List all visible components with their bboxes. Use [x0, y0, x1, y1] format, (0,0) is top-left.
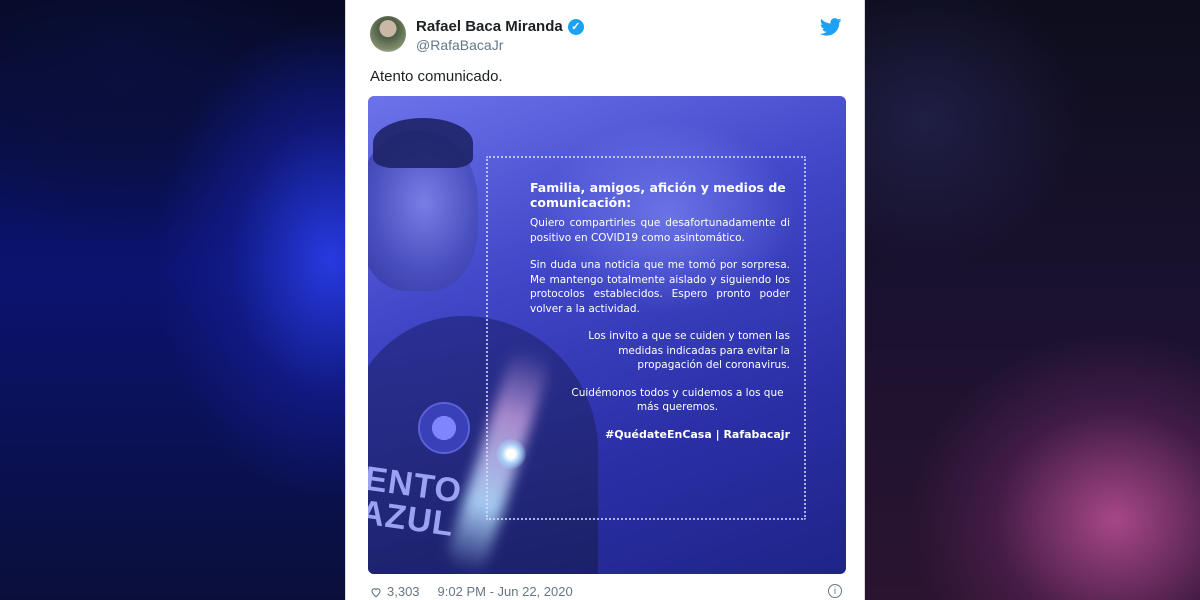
statement-paragraph-1: Quiero compartirles que desafortunadamen…	[530, 217, 790, 244]
player-hair	[373, 118, 473, 168]
verified-badge-icon: ✓	[567, 18, 584, 35]
statement-text: Familia, amigos, afición y medios de com…	[530, 180, 790, 441]
twitter-bird-icon[interactable]	[820, 18, 842, 36]
tweet-text: Atento comunicado.	[370, 68, 503, 85]
club-crest	[418, 402, 470, 454]
jersey-text: ENTO AZUL	[368, 459, 465, 545]
statement-title: Familia, amigos, afición y medios de com…	[530, 180, 786, 210]
author-row: Rafael Baca Miranda ✓	[416, 18, 584, 35]
info-icon[interactable]: i	[828, 584, 842, 598]
statement-paragraph-4: Cuidémonos todos y cuidemos a los que má…	[571, 386, 784, 414]
author-handle[interactable]: @RafaBacaJr	[416, 37, 503, 53]
tweet-timestamp[interactable]: 9:02 PM - Jun 22, 2020	[438, 584, 573, 599]
heart-icon[interactable]	[370, 586, 382, 598]
statement-hashtag: #QuédateEnCasa | Rafabacajr	[605, 427, 790, 441]
avatar[interactable]	[370, 16, 406, 52]
background-right	[865, 0, 1200, 600]
tweet-image[interactable]: ENTO AZUL Familia, amigos, afición y med…	[368, 96, 846, 574]
background-left	[0, 0, 345, 600]
tweet-card: Rafael Baca Miranda ✓ @RafaBacaJr Atento…	[345, 0, 865, 600]
statement-paragraph-2: Sin duda una noticia que me tomó por sor…	[530, 259, 790, 315]
like-count[interactable]: 3,303	[387, 584, 420, 599]
tweet-footer: 3,303 9:02 PM - Jun 22, 2020	[370, 584, 573, 599]
author-name[interactable]: Rafael Baca Miranda	[416, 18, 563, 35]
statement-paragraph-3: Los invito a que se cuiden y tomen las m…	[588, 330, 790, 371]
